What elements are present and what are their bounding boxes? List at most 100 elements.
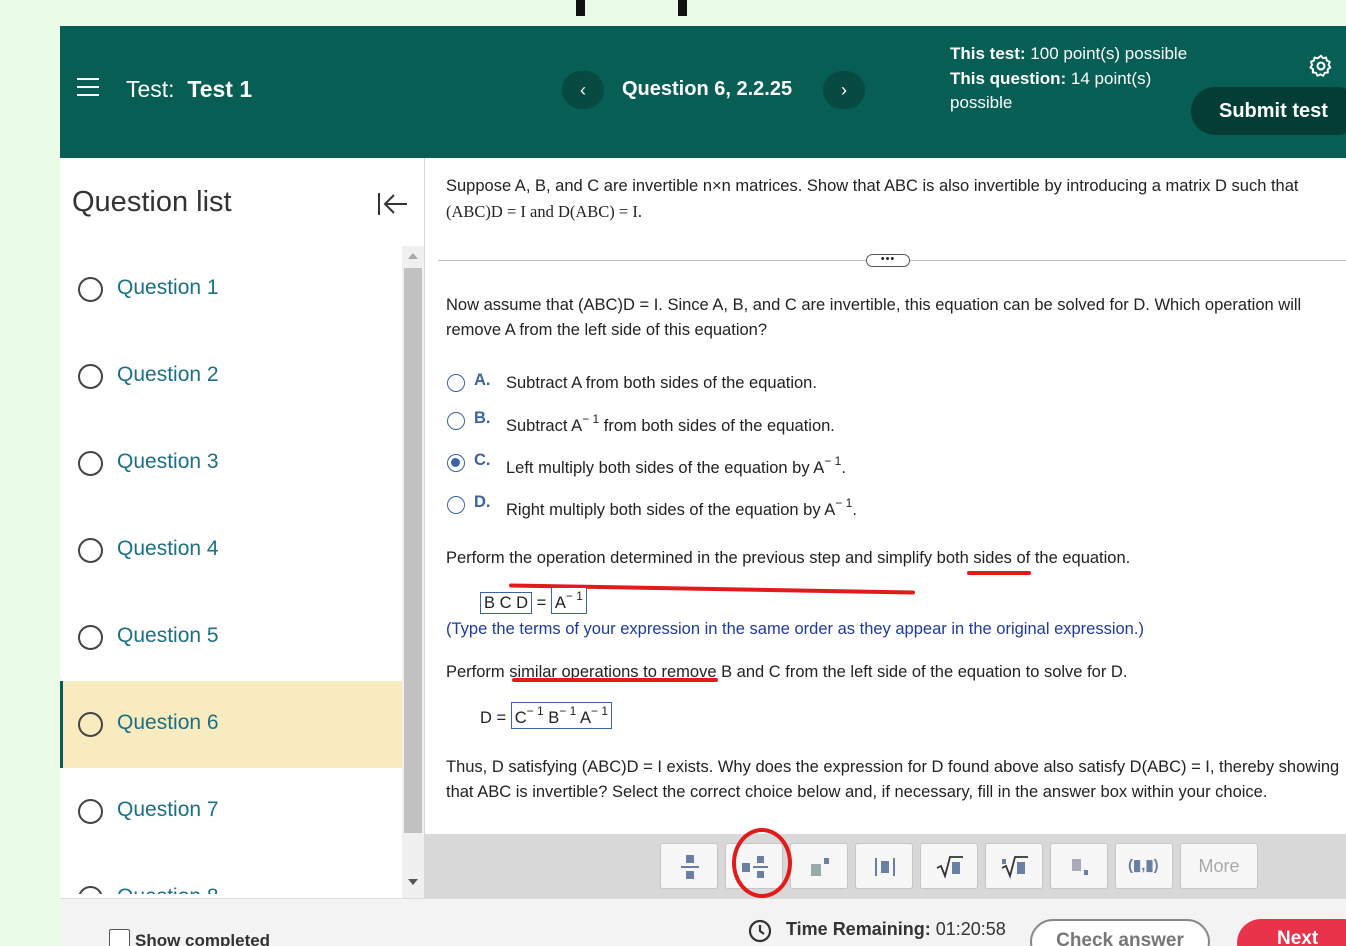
question-list-item-5[interactable]: Question 5 <box>60 594 402 681</box>
thus-text: Thus, D satisfying (ABC)D = I exists. Wh… <box>446 758 1340 801</box>
expand-dots-button[interactable]: ••• <box>866 254 910 267</box>
this-test-value: 100 point(s) possible <box>1030 44 1188 63</box>
choice-text-main: Right multiply both sides of the equatio… <box>506 501 836 519</box>
problem-statement-line-2: (ABC)D = I and D(ABC) = I. <box>446 202 642 221</box>
points-info: This test: 100 point(s) possible This qu… <box>950 42 1190 116</box>
question-list-item-7[interactable]: Question 7 <box>60 768 402 855</box>
scroll-up-arrow-icon[interactable] <box>408 253 418 259</box>
subscript-icon <box>1072 859 1088 875</box>
show-completed-checkbox[interactable] <box>109 929 130 946</box>
choice-letter: B. <box>474 409 491 427</box>
problem-statement-line-1: Suppose A, B, and C are invertible n×n m… <box>446 177 1299 195</box>
annotation-circle <box>732 828 792 898</box>
problem-statement: Suppose A, B, and C are invertible n×n m… <box>446 174 1346 199</box>
question-link: Question 7 <box>117 798 219 821</box>
question-link: Question 3 <box>117 450 219 473</box>
time-remaining-value: 01:20:58 <box>935 919 1006 939</box>
answer-box-right[interactable]: A− 1 <box>550 587 587 614</box>
square-root-icon <box>936 856 963 879</box>
status-circle-icon <box>78 799 103 824</box>
radio-button[interactable] <box>447 496 465 514</box>
radio-button-selected[interactable] <box>447 454 465 472</box>
superscript: − 1 <box>582 412 600 426</box>
answer-box-d[interactable]: C− 1 B− 1 A− 1 <box>510 702 613 729</box>
question-label: Question 6, 2.2.25 <box>622 78 793 100</box>
question-link: Question 6 <box>117 711 219 734</box>
test-prefix: Test: <box>126 76 175 102</box>
choice-text-main: Left multiply both sides of the equation… <box>506 459 825 477</box>
question-list-title: Question list <box>72 186 232 218</box>
fraction-button[interactable] <box>660 843 718 889</box>
gear-icon[interactable] <box>1308 53 1334 79</box>
status-circle-icon <box>78 538 103 563</box>
absolute-value-icon <box>875 858 895 876</box>
input-hint: (Type the terms of your expression in th… <box>446 620 1144 638</box>
radio-button[interactable] <box>447 412 465 430</box>
check-answer-button[interactable]: Check answer <box>1030 919 1210 946</box>
question-content: Suppose A, B, and C are invertible n×n m… <box>425 158 1346 898</box>
choice-text: Right multiply both sides of the equatio… <box>506 496 857 520</box>
question-link: Question 8 <box>117 885 219 894</box>
choice-letter: A. <box>474 371 491 389</box>
square-root-button[interactable] <box>920 843 978 889</box>
answer-box-left[interactable]: B C D <box>480 592 533 614</box>
next-question-button[interactable]: › <box>823 71 865 109</box>
chevron-right-icon: › <box>841 80 847 100</box>
question-link: Question 5 <box>117 624 219 647</box>
top-strip <box>0 0 1346 26</box>
matrix-base: A <box>579 709 591 727</box>
d-equals: D = <box>480 709 507 727</box>
more-button[interactable]: More <box>1180 843 1258 889</box>
matrix-base: A <box>554 594 566 612</box>
exponent-button[interactable] <box>790 843 848 889</box>
absolute-value-button[interactable] <box>855 843 913 889</box>
status-circle-icon <box>78 277 103 302</box>
superscript: − 1 <box>559 704 577 718</box>
nth-root-icon <box>1001 856 1028 879</box>
next-button[interactable]: Next <box>1237 919 1346 946</box>
question-list-item-6[interactable]: Question 6 <box>60 681 402 768</box>
superscript: − 1 <box>565 589 583 603</box>
question-list-item-4[interactable]: Question 4 <box>60 507 402 594</box>
equation-2: D = C− 1 B− 1 A− 1 <box>480 702 613 729</box>
choice-text: Subtract A from both sides of the equati… <box>506 374 817 393</box>
matrix-base: B <box>548 709 560 727</box>
matrix-base: C <box>514 709 527 727</box>
scroll-thumb[interactable] <box>404 268 422 833</box>
status-circle-icon <box>78 712 103 737</box>
submit-test-button[interactable]: Submit test <box>1191 87 1346 135</box>
menu-icon[interactable] <box>77 78 99 96</box>
superscript: − 1 <box>526 704 544 718</box>
question-link: Question 1 <box>117 276 219 299</box>
question-list-item-3[interactable]: Question 3 <box>60 420 402 507</box>
time-remaining-label: Time Remaining: <box>786 919 931 939</box>
question-list-item-8[interactable]: Question 8 <box>60 855 402 894</box>
question-list-item-2[interactable]: Question 2 <box>60 333 402 420</box>
top-mark <box>678 0 687 16</box>
choice-text-main: Subtract A from both sides of the equati… <box>506 374 817 392</box>
question-list-panel: Question list Question 1 Question 2 Ques… <box>60 158 424 898</box>
question-link: Question 4 <box>117 537 219 560</box>
collapse-panel-icon[interactable] <box>375 190 409 218</box>
fraction-icon <box>681 855 699 879</box>
choice-text-tail: . <box>852 501 857 519</box>
show-completed-label: Show completed <box>135 931 271 946</box>
clock-icon <box>748 919 772 943</box>
test-app: Test: Test 1 ‹ Question 6, 2.2.25 › This… <box>60 26 1346 946</box>
nth-root-button[interactable] <box>985 843 1043 889</box>
ordered-pair-button[interactable]: (▮,▮) <box>1115 843 1173 889</box>
question-list: Question 1 Question 2 Question 3 Questio… <box>60 246 402 894</box>
assume-text: Now assume that (ABC)D = I. Since A, B, … <box>446 296 1302 339</box>
question-list-item-1[interactable]: Question 1 <box>60 246 402 333</box>
question-list-scrollbar[interactable] <box>402 246 424 898</box>
test-name: Test 1 <box>187 76 253 102</box>
subscript-button[interactable] <box>1050 843 1108 889</box>
scroll-down-arrow-icon[interactable] <box>408 879 418 885</box>
question-link: Question 2 <box>117 363 219 386</box>
equation-1: B C D = A− 1 <box>480 587 587 614</box>
footer-bar: Show completed Time Remaining: 01:20:58 … <box>60 898 1346 946</box>
choice-text-main: Subtract A <box>506 417 583 435</box>
annotation-underline <box>512 678 718 682</box>
radio-button[interactable] <box>447 374 465 392</box>
previous-question-button[interactable]: ‹ <box>562 71 604 109</box>
